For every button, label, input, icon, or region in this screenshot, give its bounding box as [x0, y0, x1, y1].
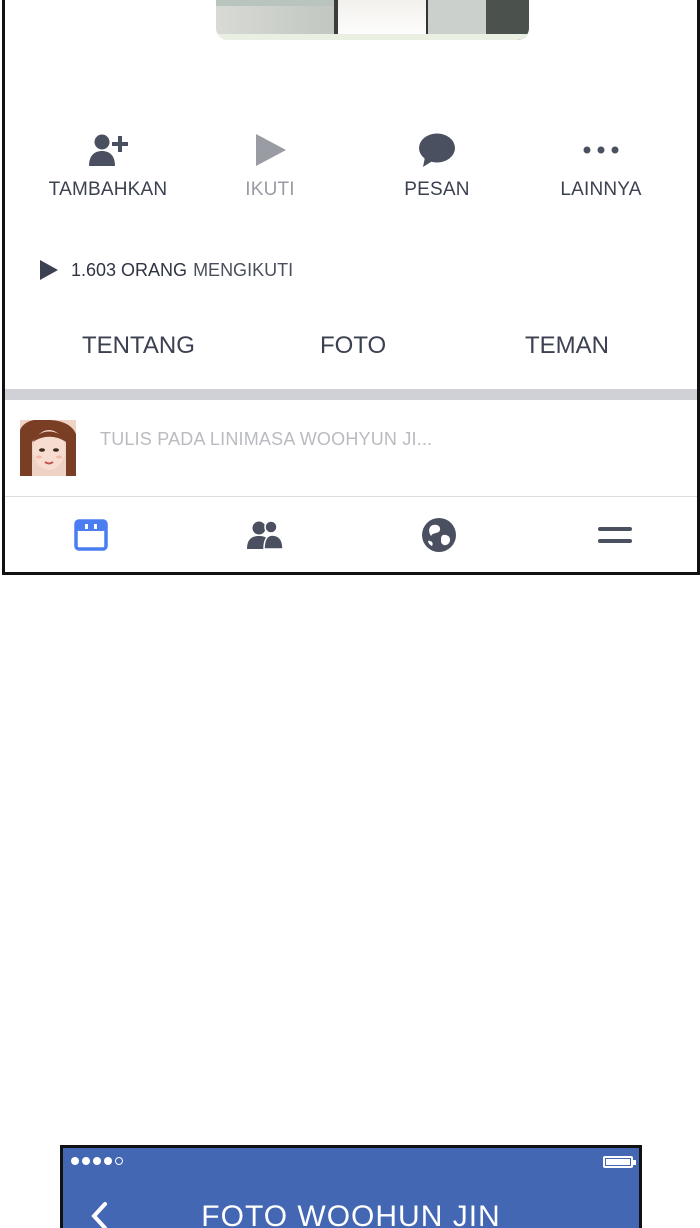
more-label: LAINNYA	[560, 179, 642, 200]
more-button[interactable]: LAINNYA	[516, 130, 686, 201]
add-friend-label: TAMBAHKAN	[48, 179, 168, 200]
message-label: PESAN	[404, 179, 470, 200]
signal-dots-icon	[71, 1157, 123, 1165]
nav-news-feed[interactable]	[71, 517, 111, 553]
tab-about[interactable]: TENTANG	[82, 332, 195, 360]
news-feed-icon	[74, 519, 108, 551]
follow-play-icon	[40, 260, 58, 280]
signal-dot	[71, 1157, 79, 1165]
message-bubble-icon	[419, 133, 455, 167]
profile-actions: TAMBAHKAN IKUTI PESAN LAINNYA	[5, 130, 697, 210]
bottom-navigation	[5, 497, 697, 572]
page-title: FOTO WOOHUN JIN	[201, 1200, 501, 1228]
avatar-portrait	[20, 420, 76, 476]
signal-dot-empty	[115, 1157, 123, 1165]
add-friend-button[interactable]: TAMBAHKAN	[23, 130, 193, 201]
followers-count[interactable]: 1.603 ORANG MENGIKUTI	[39, 258, 293, 282]
signal-dot	[82, 1157, 90, 1165]
timeline-composer[interactable]: TULIS PADA LINIMASA WOOHYUN JI...	[5, 400, 697, 497]
followers-number: 1.603 ORANG	[71, 259, 188, 280]
more-dots-icon	[583, 146, 619, 154]
cover-photo[interactable]	[216, 0, 529, 40]
nav-menu[interactable]	[595, 517, 635, 553]
cover-photo-detail	[216, 34, 529, 40]
nav-friends[interactable]	[245, 517, 285, 553]
followers-suffix: MENGIKUTI	[193, 259, 294, 280]
nav-notifications-globe[interactable]	[419, 517, 459, 553]
battery-icon	[603, 1156, 636, 1168]
tab-photos[interactable]: FOTO	[320, 332, 386, 360]
add-friend-icon	[89, 134, 128, 166]
message-button[interactable]: PESAN	[352, 130, 522, 201]
follow-button[interactable]: IKUTI	[185, 130, 355, 201]
profile-tabs: TENTANG FOTO TEMAN	[5, 332, 697, 372]
tab-friends[interactable]: TEMAN	[525, 332, 609, 360]
friends-icon	[247, 520, 284, 550]
follow-label: IKUTI	[245, 179, 295, 200]
avatar	[20, 420, 76, 476]
section-divider	[5, 389, 697, 400]
profile-screen: TAMBAHKAN IKUTI PESAN LAINNYA 1.603 ORAN…	[2, 0, 700, 575]
menu-icon	[598, 527, 632, 543]
status-bar	[63, 1148, 639, 1176]
photos-screen: FOTO WOOHUN JIN	[60, 1145, 642, 1228]
composer-placeholder: TULIS PADA LINIMASA WOOHYUN JI...	[100, 429, 433, 449]
signal-dot	[104, 1157, 112, 1165]
globe-icon	[422, 518, 456, 552]
follow-play-icon	[256, 134, 286, 166]
signal-dot	[93, 1157, 101, 1165]
